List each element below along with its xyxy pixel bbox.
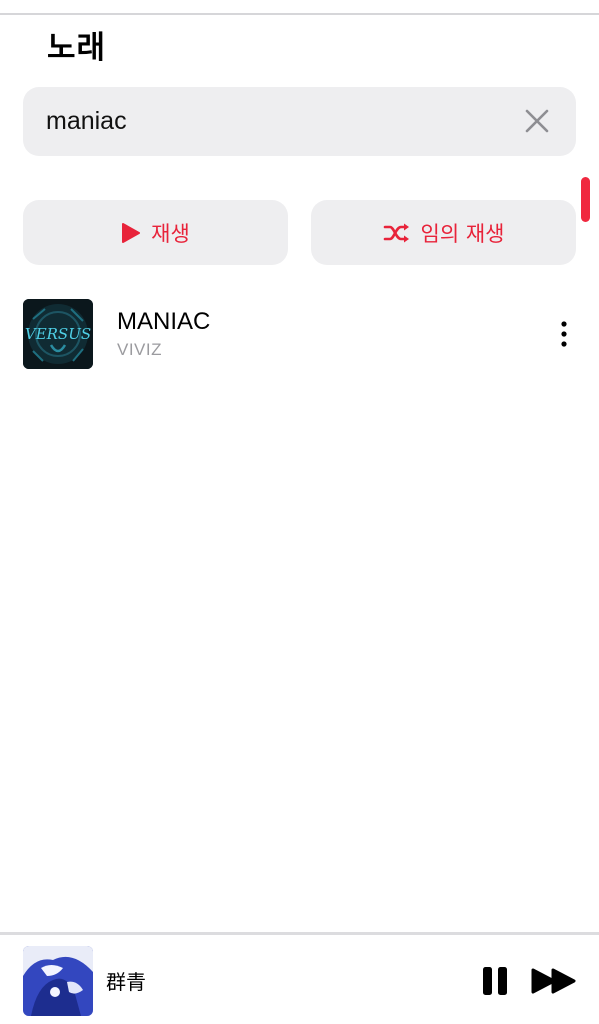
clear-search-button[interactable]: [520, 104, 554, 138]
fast-forward-icon: [531, 968, 576, 994]
music-search-screen: 노래 재생 임의 재생: [0, 0, 599, 1024]
shuffle-label: 임의 재생: [420, 221, 505, 246]
now-playing-artwork: [23, 946, 93, 1016]
song-title: MANIAC: [117, 308, 211, 335]
mini-player[interactable]: 群青: [0, 932, 599, 1024]
now-playing-title: 群青: [106, 970, 146, 994]
search-box[interactable]: [23, 87, 576, 156]
page-title: 노래: [47, 30, 107, 66]
mini-player-divider: [0, 932, 599, 935]
play-icon: [121, 222, 141, 244]
more-vertical-icon: [561, 321, 567, 347]
scroll-indicator[interactable]: [581, 177, 590, 222]
play-all-button[interactable]: 재생: [23, 200, 288, 265]
artwork-logo: VERSUS: [25, 325, 91, 343]
song-artist: VIVIZ: [117, 340, 163, 359]
search-input[interactable]: [46, 87, 506, 156]
album-artwork: VERSUS: [23, 299, 93, 369]
shuffle-button[interactable]: 임의 재생: [311, 200, 576, 265]
song-row[interactable]: VERSUS MANIAC VIVIZ: [0, 298, 599, 370]
pause-icon: [483, 967, 507, 995]
fast-forward-button[interactable]: [530, 967, 578, 995]
play-all-label: 재생: [151, 221, 190, 246]
more-options-button[interactable]: [552, 318, 576, 350]
close-icon: [525, 109, 549, 133]
pause-button[interactable]: [480, 965, 510, 997]
top-divider: [0, 13, 599, 15]
shuffle-icon: [383, 222, 411, 244]
